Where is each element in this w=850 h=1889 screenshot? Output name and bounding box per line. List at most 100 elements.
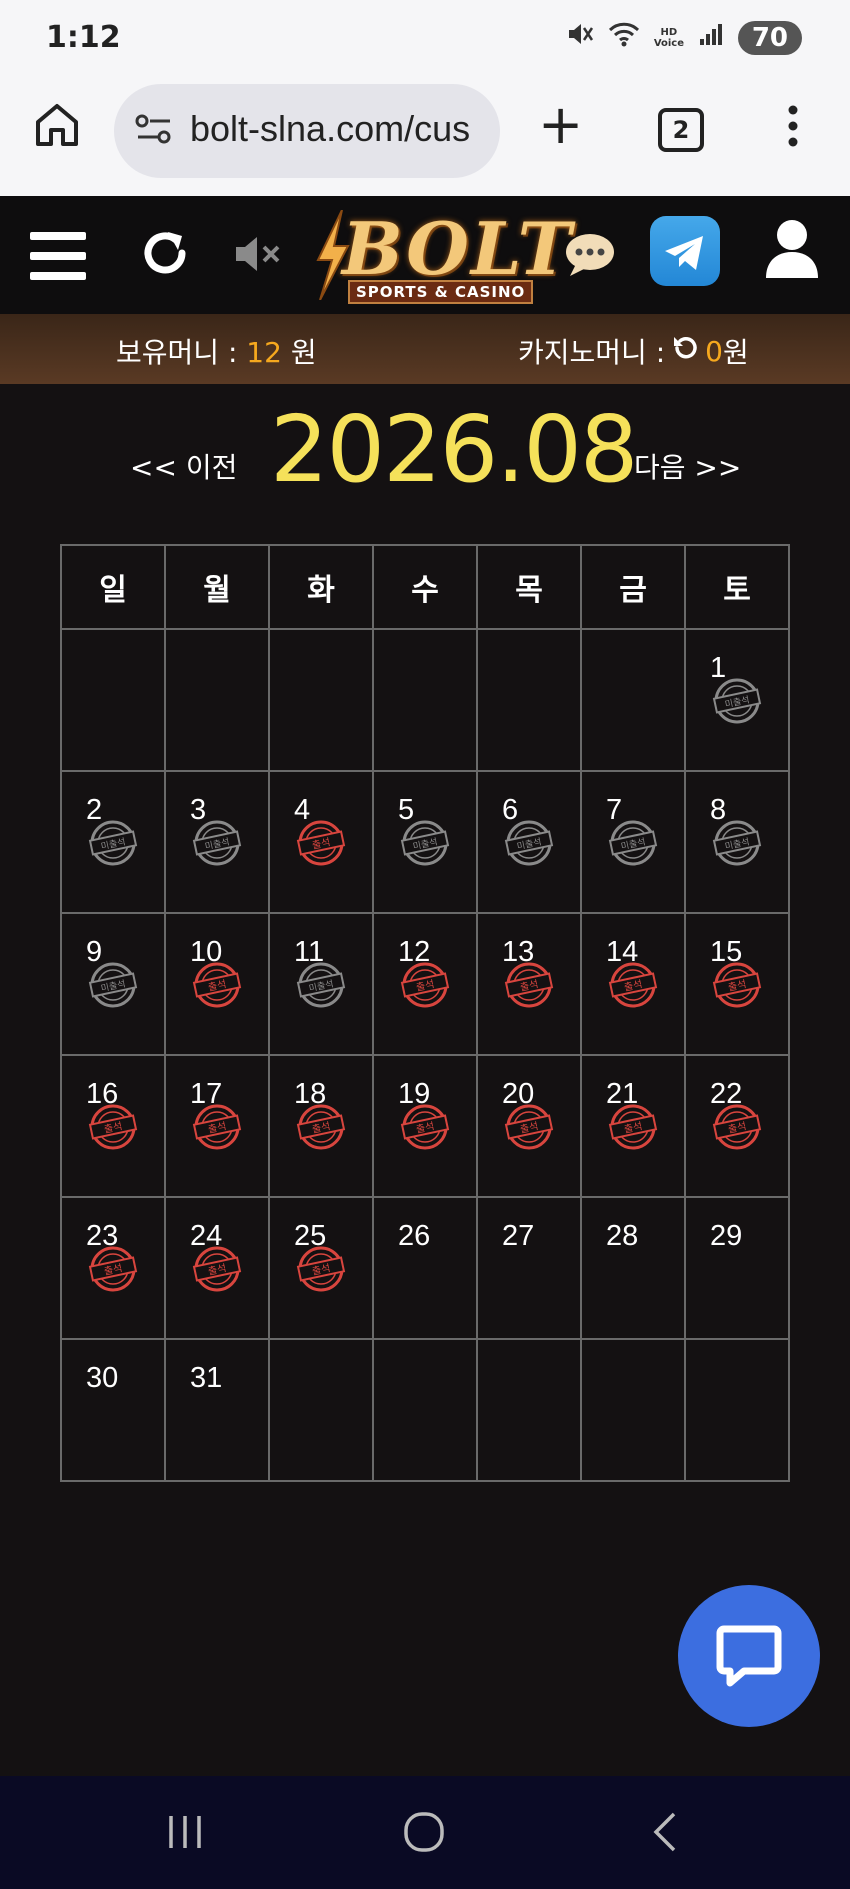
calendar-day-cell[interactable]: 22 출석 <box>684 1054 790 1198</box>
day-number: 27 <box>502 1220 535 1252</box>
casino-money-value: 0 <box>705 334 723 368</box>
calendar-day-cell[interactable]: 19 출석 <box>372 1054 478 1198</box>
calendar-empty-cell <box>268 1338 374 1482</box>
calendar-day-cell[interactable]: 17 출석 <box>164 1054 270 1198</box>
casino-refresh-icon[interactable] <box>671 334 699 369</box>
calendar-day-cell[interactable]: 4 출석 <box>268 770 374 914</box>
calendar-day-cell[interactable]: 30 <box>60 1338 166 1482</box>
calendar-week-row: 30 31 <box>60 1338 790 1482</box>
url-text[interactable]: bolt-slna.com/cus <box>190 108 470 150</box>
prev-month-button[interactable]: << 이전 <box>130 446 237 486</box>
attended-stamp-icon: 출석 <box>504 962 554 1008</box>
chat-icon[interactable] <box>564 232 616 282</box>
signal-icon <box>698 21 724 54</box>
status-icons: HD Voice 70 <box>566 20 802 55</box>
wifi-icon <box>608 20 640 55</box>
address-bar[interactable]: bolt-slna.com/cus <box>114 84 500 178</box>
day-number: 31 <box>190 1362 223 1394</box>
attendance-calendar: 일 월 화 수 목 금 토 1 미출석 2 미출석 3 미출석 4 출석 5 미출석 6 미출석 7 미출… <box>60 544 790 1482</box>
calendar-week-row: 1 미출석 <box>60 628 790 772</box>
weekday-header-row: 일 월 화 수 목 금 토 <box>60 544 790 630</box>
calendar-day-cell[interactable]: 12 출석 <box>372 912 478 1056</box>
calendar-day-cell[interactable]: 16 출석 <box>60 1054 166 1198</box>
recents-icon <box>169 1816 201 1848</box>
mute-status-icon <box>566 20 594 55</box>
holding-money-unit: 원 <box>281 336 317 369</box>
calendar-empty-cell <box>684 1338 790 1482</box>
calendar-body: 1 미출석 2 미출석 3 미출석 4 출석 5 미출석 6 미출석 7 미출석 8 미출석 9 미출석 10 출석 1… <box>60 628 790 1482</box>
status-bar: 1:12 HD Voice 70 <box>0 0 850 78</box>
absent-stamp-icon: 미출석 <box>192 820 242 866</box>
calendar-day-cell[interactable]: 1 미출석 <box>684 628 790 772</box>
calendar-day-cell[interactable]: 23 출석 <box>60 1196 166 1340</box>
browser-home-button[interactable] <box>32 100 82 150</box>
mute-icon[interactable] <box>232 234 286 278</box>
calendar-empty-cell <box>268 628 374 772</box>
calendar-day-cell[interactable]: 20 출석 <box>476 1054 582 1198</box>
more-vert-icon <box>788 105 798 147</box>
calendar-day-cell[interactable]: 28 <box>580 1196 686 1340</box>
calendar-day-cell[interactable]: 15 출석 <box>684 912 790 1056</box>
back-button[interactable] <box>650 1810 680 1858</box>
calendar-day-cell[interactable]: 5 미출석 <box>372 770 478 914</box>
calendar-day-cell[interactable]: 7 미출석 <box>580 770 686 914</box>
calendar-day-cell[interactable]: 24 출석 <box>164 1196 270 1340</box>
menu-icon[interactable] <box>30 232 86 280</box>
attended-stamp-icon: 출석 <box>192 1246 242 1292</box>
recents-button[interactable] <box>165 1812 205 1856</box>
calendar-day-cell[interactable]: 29 <box>684 1196 790 1340</box>
back-icon <box>653 1812 676 1852</box>
calendar-day-cell[interactable]: 9 미출석 <box>60 912 166 1056</box>
attended-stamp-icon: 출석 <box>400 962 450 1008</box>
calendar-day-cell[interactable]: 13 출석 <box>476 912 582 1056</box>
weekday-wed: 수 <box>372 544 478 630</box>
calendar-day-cell[interactable]: 18 출석 <box>268 1054 374 1198</box>
refresh-icon[interactable] <box>138 226 192 284</box>
absent-stamp-icon: 미출석 <box>88 962 138 1008</box>
holding-money: 보유머니 : 12 원 <box>116 331 317 371</box>
calendar-week-row: 2 미출석 3 미출석 4 출석 5 미출석 6 미출석 7 미출석 8 미출석 <box>60 770 790 914</box>
absent-stamp-icon: 미출석 <box>712 820 762 866</box>
calendar-empty-cell <box>580 628 686 772</box>
hd-voice-icon: HD Voice <box>653 26 685 49</box>
calendar-day-cell[interactable]: 26 <box>372 1196 478 1340</box>
calendar-day-cell[interactable]: 21 출석 <box>580 1054 686 1198</box>
attended-stamp-icon: 출석 <box>296 820 346 866</box>
site-logo[interactable]: BOLT SPORTS & CASINO <box>312 206 571 306</box>
attended-stamp-icon: 출석 <box>504 1104 554 1150</box>
absent-stamp-icon: 미출석 <box>504 820 554 866</box>
attended-stamp-icon: 출석 <box>192 962 242 1008</box>
site-settings-icon[interactable] <box>134 112 174 150</box>
calendar-day-cell[interactable]: 8 미출석 <box>684 770 790 914</box>
home-nav-button[interactable] <box>402 1810 446 1858</box>
browser-menu-button[interactable] <box>784 104 802 152</box>
holding-money-label: 보유머니 : <box>116 336 247 369</box>
attended-stamp-icon: 출석 <box>88 1246 138 1292</box>
tab-switcher-button[interactable]: 2 <box>658 108 704 152</box>
absent-stamp-icon: 미출석 <box>400 820 450 866</box>
live-chat-button[interactable] <box>678 1585 820 1727</box>
calendar-empty-cell <box>476 1338 582 1482</box>
user-icon[interactable] <box>764 218 820 284</box>
day-number: 30 <box>86 1362 119 1394</box>
calendar-day-cell[interactable]: 14 출석 <box>580 912 686 1056</box>
month-title: 2026.08 <box>270 396 638 503</box>
calendar-day-cell[interactable]: 27 <box>476 1196 582 1340</box>
calendar-day-cell[interactable]: 25 출석 <box>268 1196 374 1340</box>
calendar-empty-cell <box>164 628 270 772</box>
calendar-day-cell[interactable]: 11 미출석 <box>268 912 374 1056</box>
calendar-day-cell[interactable]: 3 미출석 <box>164 770 270 914</box>
calendar-day-cell[interactable]: 2 미출석 <box>60 770 166 914</box>
telegram-icon[interactable] <box>650 216 720 286</box>
next-month-button[interactable]: 다음 >> <box>634 446 741 486</box>
weekday-sun: 일 <box>60 544 166 630</box>
attended-stamp-icon: 출석 <box>88 1104 138 1150</box>
casino-money-label: 카지노머니 : <box>518 336 666 369</box>
day-number: 29 <box>710 1220 743 1252</box>
calendar-week-row: 16 출석 17 출석 18 출석 19 출석 20 출석 21 출석 22 출석 <box>60 1054 790 1198</box>
weekday-tue: 화 <box>268 544 374 630</box>
calendar-day-cell[interactable]: 31 <box>164 1338 270 1482</box>
new-tab-button[interactable]: + <box>538 98 583 152</box>
calendar-day-cell[interactable]: 6 미출석 <box>476 770 582 914</box>
calendar-day-cell[interactable]: 10 출석 <box>164 912 270 1056</box>
